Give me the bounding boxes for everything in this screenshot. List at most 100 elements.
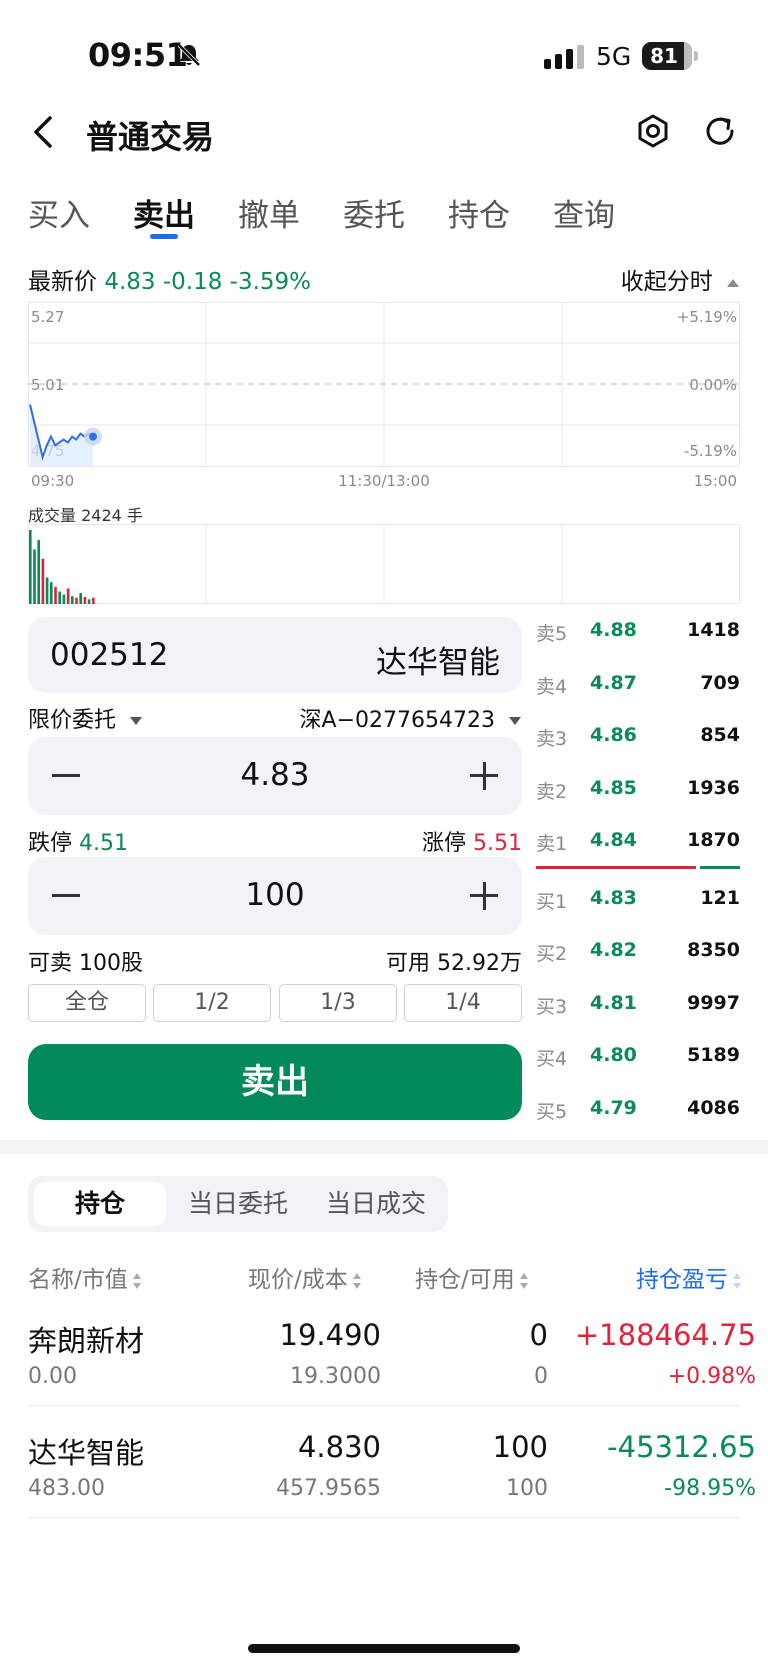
ask-row-1[interactable]: 卖1 4.84 1870 [536,827,740,857]
ratio-quarter-button[interactable]: 1/4 [404,984,522,1022]
limit-down: 跌停 4.51 [28,825,128,857]
holding-pnl: -45312.65 [607,1430,756,1464]
ask-row-4[interactable]: 卖4 4.87 709 [536,670,740,700]
volume-bar [87,599,91,604]
sellable-shares: 可卖 100股 [28,945,143,977]
volume-bar [79,593,82,604]
volume-bar [50,582,53,604]
price-input[interactable]: 4.83 [28,757,522,793]
bid-row-4[interactable]: 买4 4.80 5189 [536,1042,740,1072]
tab-positions[interactable]: 持仓 [448,190,510,235]
volume-bar [33,549,36,604]
stock-code: 002512 [50,637,169,673]
volume-bar [83,596,87,604]
account-value: 深A−0277654723 [299,708,495,733]
ask-volume: 1936 [687,777,740,799]
ask-row-5[interactable]: 卖5 4.88 1418 [536,617,740,647]
price-stepper[interactable]: 4.83 [28,737,522,815]
latest-price-line: 最新价 4.83 -0.18 -3.59% [28,262,311,296]
holding-available: 100 [506,1476,548,1501]
price-change-pct: -3.59% [229,269,312,295]
bid-row-5[interactable]: 买5 4.79 4086 [536,1095,740,1125]
ask-price: 4.84 [590,829,637,851]
bid-row-3[interactable]: 买3 4.81 9997 [536,990,740,1020]
col-name-value[interactable]: 名称/市值 [28,1260,142,1294]
col-pnl[interactable]: 持仓盈亏 [636,1260,742,1294]
bid-price: 4.83 [590,887,637,909]
segment-today-trades[interactable]: 当日成交 [310,1182,442,1226]
sort-icon [352,1272,361,1289]
holding-pnl-pct: -98.95% [664,1476,756,1501]
volume-bar [58,591,61,604]
sell-button[interactable]: 卖出 [28,1044,522,1120]
price-change: -0.18 [162,269,223,295]
holding-price: 19.490 [279,1318,381,1352]
sellable-value: 100股 [79,951,144,976]
holding-name: 奔朗新材 [28,1324,145,1358]
volume-bar [71,596,74,604]
bid-label: 买2 [536,943,568,965]
ask-row-2[interactable]: 卖2 4.85 1936 [536,775,740,805]
page-title: 普通交易 [86,118,215,156]
holding-position: 100 [492,1430,548,1464]
segment-today-orders[interactable]: 当日委托 [172,1182,304,1226]
triangle-up-icon [727,278,739,287]
bid-label: 买5 [536,1101,568,1123]
ratio-all-button[interactable]: 全仓 [28,984,146,1022]
refresh-icon[interactable] [704,113,738,149]
holding-market-value: 483.00 [28,1476,105,1501]
tab-sell[interactable]: 卖出 [133,190,195,235]
ratio-half-button[interactable]: 1/2 [153,984,271,1022]
stock-field[interactable]: 002512 达华智能 [28,617,522,693]
tab-query[interactable]: 查询 [553,190,615,235]
holding-pnl: +188464.75 [574,1318,756,1352]
bid-price: 4.79 [590,1097,637,1119]
col-position-available[interactable]: 持仓/可用 [415,1260,529,1294]
volume-label: 成交量 2424 手 [28,506,143,525]
holding-cost: 457.9565 [276,1476,381,1501]
holding-name: 达华智能 [28,1436,145,1470]
order-type-select[interactable]: 限价委托 [28,702,143,734]
back-icon[interactable] [30,114,58,150]
bid-row-2[interactable]: 买2 4.82 8350 [536,937,740,967]
bid-label: 买1 [536,891,568,913]
x-tick-label: 15:00 [694,472,737,490]
ask-price: 4.85 [590,777,637,799]
tab-buy[interactable]: 买入 [28,190,90,235]
current-point [89,432,97,441]
volume-bar [54,586,57,604]
quantity-input[interactable]: 100 [28,877,522,913]
holding-cost: 19.3000 [290,1364,381,1389]
ask-label: 卖3 [536,728,568,750]
tab-active-indicator [150,234,178,239]
quantity-stepper[interactable]: 100 [28,857,522,935]
caret-down-icon [509,717,521,725]
sort-icon [733,1272,741,1289]
volume-bar [62,594,66,604]
limit-down-price: 4.51 [79,831,128,856]
y-tick-label-right: 0.00% [689,376,737,394]
volume-bar [75,597,78,604]
segment-holdings[interactable]: 持仓 [34,1182,166,1226]
tab-cancel[interactable]: 撤单 [238,190,300,235]
limit-up-label: 涨停 [422,831,467,856]
tab-orders[interactable]: 委托 [343,190,405,235]
ask-volume: 1870 [687,829,740,851]
available-funds: 可用 52.92万 [386,945,522,977]
available-value: 52.92万 [437,951,522,976]
ask-ratio-bar [536,866,696,869]
bid-volume: 5189 [687,1044,740,1066]
ask-label: 卖2 [536,781,568,803]
col-price-cost-label: 现价/成本 [248,1267,348,1293]
account-select[interactable]: 深A−0277654723 [300,702,522,734]
ratio-third-button[interactable]: 1/3 [279,984,397,1022]
settings-icon[interactable] [637,113,669,149]
ask-row-3[interactable]: 卖3 4.86 854 [536,722,740,752]
x-tick-label: 09:30 [31,472,74,490]
col-price-cost[interactable]: 现价/成本 [248,1260,362,1294]
bid-row-1[interactable]: 买1 4.83 121 [536,885,740,915]
holding-available: 0 [534,1364,548,1389]
bid-label: 买3 [536,996,568,1018]
collapse-chart-button[interactable]: 收起分时 [621,262,740,296]
volume-bar [37,540,40,604]
